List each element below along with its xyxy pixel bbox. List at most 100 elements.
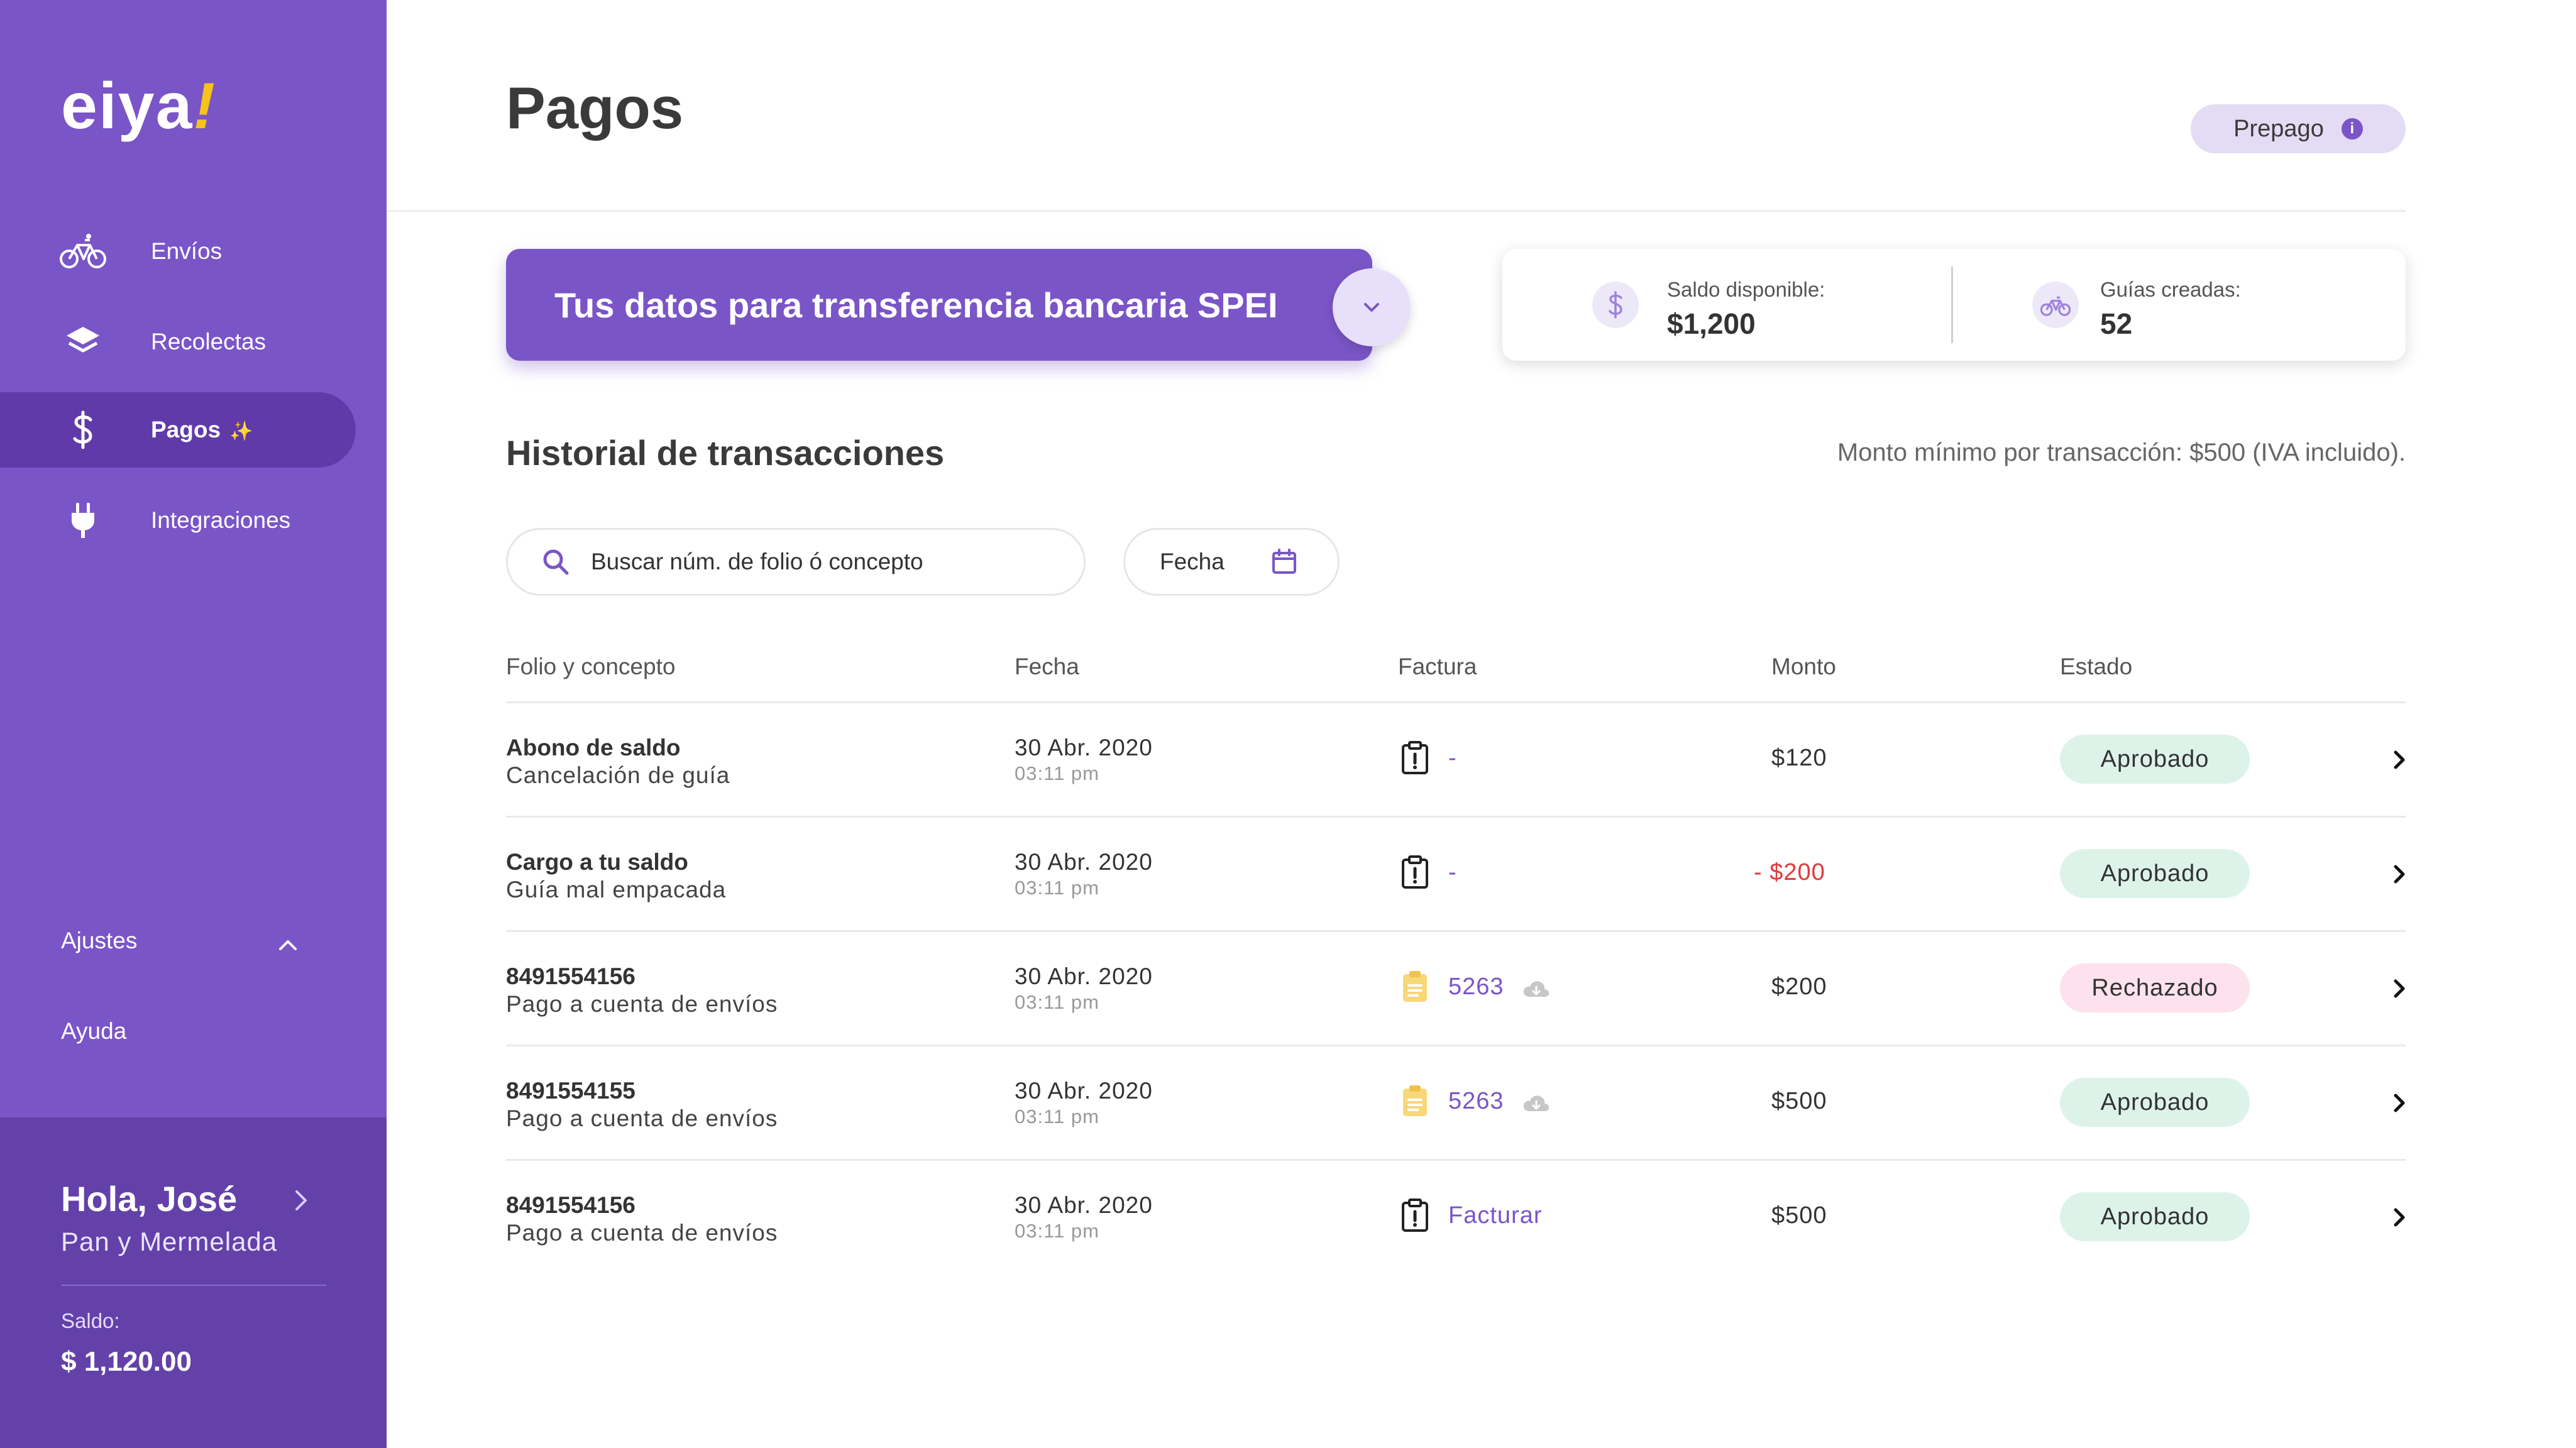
time-value: 03:11 pm <box>1015 762 1099 784</box>
status-badge: Aprobado <box>2060 849 2250 898</box>
user-greeting[interactable]: Hola, José <box>61 1178 237 1219</box>
settings-menu[interactable]: Ajustes <box>61 928 137 954</box>
balance-label: Saldo: <box>61 1309 120 1332</box>
header-divider <box>387 210 2406 212</box>
invoice-cell[interactable]: 5263 <box>1398 968 1551 1005</box>
calendar-icon <box>1272 549 1296 574</box>
date-cell: 30 Abr. 2020 03:11 pm <box>1015 735 1153 785</box>
folio-cell: Cargo a tu saldo Guía mal empacada <box>506 849 726 903</box>
info-icon[interactable]: i <box>2341 118 2363 140</box>
guides-created-value: 52 <box>2100 307 2133 340</box>
invoice-text[interactable]: Facturar <box>1448 1202 1542 1229</box>
search-icon <box>543 549 569 575</box>
balance-value: $ 1,120.00 <box>61 1346 192 1377</box>
time-value: 03:11 pm <box>1015 1220 1099 1242</box>
chevron-right-icon[interactable] <box>2391 1090 2408 1119</box>
plan-label: Prepago <box>2233 115 2324 142</box>
chevron-right-icon[interactable] <box>2391 1205 2408 1233</box>
invoice-cell[interactable]: 5263 <box>1398 1083 1551 1119</box>
clipboard-alert-icon <box>1398 1197 1432 1234</box>
folio-number: 8491554155 <box>506 1078 636 1104</box>
chevron-right-icon[interactable] <box>2391 747 2408 776</box>
table-row[interactable]: Cargo a tu saldo Guía mal empacada 30 Abr.… <box>506 816 2406 930</box>
cloud-download-icon[interactable] <box>1522 977 1551 997</box>
table-row[interactable]: 8491554156 Pago a cuenta de envíos 30 Abr.… <box>506 930 2406 1044</box>
spei-expand-button[interactable] <box>1333 268 1411 346</box>
page-title: Pagos <box>506 75 684 141</box>
invoice-text[interactable]: - <box>1448 745 1457 772</box>
concept-text: Pago a cuenta de envíos <box>506 1105 778 1131</box>
plan-badge[interactable]: Prepago i <box>2191 104 2406 153</box>
sidebar-item-integraciones[interactable]: Integraciones <box>0 483 356 558</box>
date-value: 30 Abr. 2020 <box>1015 1078 1153 1104</box>
dollar-icon <box>60 407 106 453</box>
chevron-right-icon[interactable] <box>290 1188 312 1213</box>
status-badge: Aprobado <box>2060 1192 2250 1241</box>
folio-cell: 8491554155 Pago a cuenta de envíos <box>506 1078 778 1132</box>
clipboard-doc-icon <box>1398 968 1432 1005</box>
date-value: 30 Abr. 2020 <box>1015 735 1153 760</box>
bicycle-icon <box>2032 282 2079 328</box>
bicycle-icon <box>60 228 106 275</box>
company-name: Pan y Mermelada <box>61 1227 278 1256</box>
amount-value: $120 <box>1771 745 1827 771</box>
sidebar-item-envios[interactable]: Envíos <box>0 214 356 289</box>
chevron-up-icon[interactable] <box>277 934 299 957</box>
folio-number: 8491554156 <box>506 1192 636 1218</box>
date-filter-label: Fecha <box>1160 549 1225 574</box>
section-title: Historial de transacciones <box>506 433 945 473</box>
invoice-cell[interactable]: - <box>1398 854 1457 891</box>
concept-text: Pago a cuenta de envíos <box>506 991 778 1017</box>
status-badge: Rechazado <box>2060 963 2250 1012</box>
stats-card: Saldo disponible: $1,200 Guías creadas: … <box>1502 249 2406 361</box>
invoice-text[interactable]: 5263 <box>1448 974 1504 1001</box>
folio-cell: Abono de saldo Cancelación de guía <box>506 735 730 789</box>
spei-label: Tus datos para transferencia bancaria SP… <box>554 285 1278 325</box>
date-cell: 30 Abr. 2020 03:11 pm <box>1015 1078 1153 1128</box>
column-header-folio: Folio y concepto <box>506 654 676 679</box>
concept-text: Guía mal empacada <box>506 877 727 902</box>
user-panel <box>0 1117 387 1448</box>
time-value: 03:11 pm <box>1015 877 1099 899</box>
clipboard-alert-icon <box>1398 740 1432 776</box>
chevron-right-icon[interactable] <box>2391 862 2408 890</box>
time-value: 03:11 pm <box>1015 991 1099 1013</box>
guides-created-label: Guías creadas: <box>2100 278 2241 301</box>
invoice-cell[interactable]: Facturar <box>1398 1197 1542 1234</box>
cloud-download-icon[interactable] <box>1522 1092 1551 1111</box>
sidebar-item-label: Pagos ✨ <box>151 417 253 442</box>
chevron-down-icon <box>1364 303 1379 312</box>
invoice-text[interactable]: - <box>1448 859 1457 886</box>
date-filter[interactable]: Fecha <box>1123 528 1340 596</box>
chevron-right-icon[interactable] <box>2391 976 2408 1004</box>
table-row[interactable]: Abono de saldo Cancelación de guía 30 Abr.… <box>506 701 2406 815</box>
search-box[interactable] <box>506 528 1086 596</box>
sidebar-item-label: Recolectas <box>151 329 267 354</box>
table-row[interactable]: 8491554155 Pago a cuenta de envíos 30 Abr.… <box>506 1045 2406 1158</box>
search-input[interactable] <box>591 549 1031 575</box>
divider <box>1951 266 1953 343</box>
available-balance-label: Saldo disponible: <box>1667 278 1825 301</box>
status-badge: Aprobado <box>2060 1078 2250 1127</box>
sidebar-item-pagos[interactable]: Pagos ✨ <box>0 392 356 468</box>
help-link[interactable]: Ayuda <box>61 1018 126 1045</box>
date-cell: 30 Abr. 2020 03:11 pm <box>1015 963 1153 1014</box>
table-row[interactable]: 8491554156 Pago a cuenta de envíos 30 Abr.… <box>506 1159 2406 1273</box>
spei-banner[interactable]: Tus datos para transferencia bancaria SP… <box>506 249 1372 361</box>
invoice-cell[interactable]: - <box>1398 740 1457 776</box>
invoice-text[interactable]: 5263 <box>1448 1088 1504 1115</box>
sidebar: eiya! Envíos Recolectas Pagos ✨ Integraci… <box>0 0 387 1448</box>
amount-value: $200 <box>1771 974 1827 1000</box>
date-value: 30 Abr. 2020 <box>1015 1192 1153 1218</box>
column-header-fecha: Fecha <box>1015 654 1079 679</box>
eiya-logo[interactable]: eiya! <box>61 69 216 144</box>
divider <box>61 1285 326 1286</box>
layers-icon <box>60 319 106 365</box>
folio-number: Abono de saldo <box>506 735 681 760</box>
sidebar-item-recolectas[interactable]: Recolectas <box>0 304 356 380</box>
folio-cell: 8491554156 Pago a cuenta de envíos <box>506 1192 778 1246</box>
date-cell: 30 Abr. 2020 03:11 pm <box>1015 849 1153 899</box>
sidebar-item-label: Envíos <box>151 238 223 264</box>
min-amount-note: Monto mínimo por transacción: $500 (IVA … <box>1837 439 2406 466</box>
folio-number: Cargo a tu saldo <box>506 849 688 875</box>
